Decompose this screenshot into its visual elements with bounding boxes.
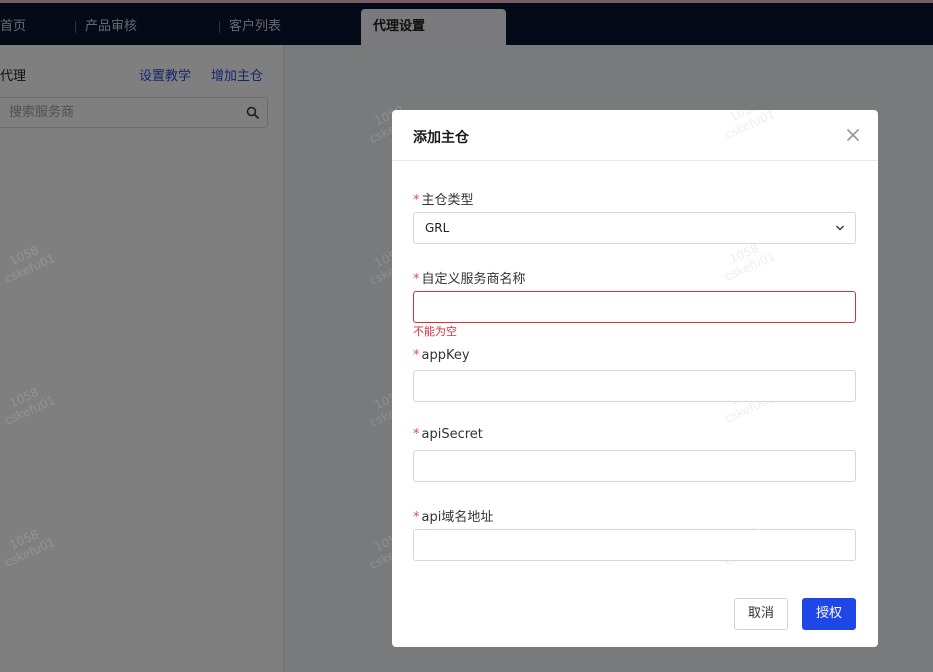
custom-name-field	[413, 291, 856, 323]
app-window: 首页 产品审核 客户列表 代理设置 代理 设置教学 增加主仓 1058cskef…	[0, 0, 933, 672]
api-domain-label: * api域名地址	[413, 506, 493, 525]
watermark-user: cskefu01	[2, 393, 58, 428]
api-domain-input[interactable]	[424, 530, 844, 560]
add-warehouse-dialog: 1058cskefu01 1058cskefu01 1058cskefu01 1…	[392, 110, 878, 647]
custom-name-input[interactable]	[424, 292, 844, 322]
chevron-down-icon	[836, 225, 844, 231]
warehouse-type-label: * 主仓类型	[413, 189, 474, 208]
watermark-id: 1058	[7, 526, 41, 553]
label-text: 主仓类型	[421, 193, 474, 208]
api-secret-input[interactable]	[424, 451, 844, 481]
authorize-button[interactable]: 授权	[802, 598, 856, 630]
label-text: appKey	[421, 348, 470, 363]
watermark-user: cskefu01	[722, 249, 778, 284]
dialog-title: 添加主仓	[413, 130, 469, 146]
api-secret-label: * apiSecret	[413, 427, 483, 442]
cancel-button[interactable]: 取消	[734, 598, 788, 630]
custom-name-label: * 自定义服务商名称	[413, 268, 526, 287]
app-key-label: * appKey	[413, 348, 470, 363]
label-text: 自定义服务商名称	[421, 272, 526, 287]
required-mark: *	[413, 193, 420, 208]
required-mark: *	[413, 272, 420, 287]
watermark-user: cskefu01	[2, 251, 58, 286]
watermark: 1058cskefu01	[0, 380, 58, 428]
watermark-id: 1058	[7, 384, 41, 411]
label-text: api域名地址	[421, 510, 494, 525]
warehouse-type-select[interactable]: GRL	[413, 212, 856, 244]
api-secret-field	[413, 450, 856, 482]
api-domain-field	[413, 529, 856, 561]
watermark: 1058cskefu01	[0, 522, 58, 570]
required-mark: *	[413, 510, 420, 525]
dialog-header: 添加主仓	[392, 110, 878, 161]
watermark-user: cskefu01	[2, 535, 58, 570]
required-mark: *	[413, 427, 420, 442]
app-key-field	[413, 370, 856, 402]
custom-name-error: 不能为空	[413, 325, 457, 338]
app-key-input[interactable]	[424, 371, 844, 401]
label-text: apiSecret	[421, 427, 483, 442]
watermark-id: 1058	[7, 242, 41, 269]
watermark: 1058cskefu01	[0, 238, 58, 286]
close-icon[interactable]	[846, 128, 860, 142]
required-mark: *	[413, 348, 420, 363]
watermark-id: 1058	[727, 240, 761, 267]
selected-value: GRL	[425, 221, 450, 235]
